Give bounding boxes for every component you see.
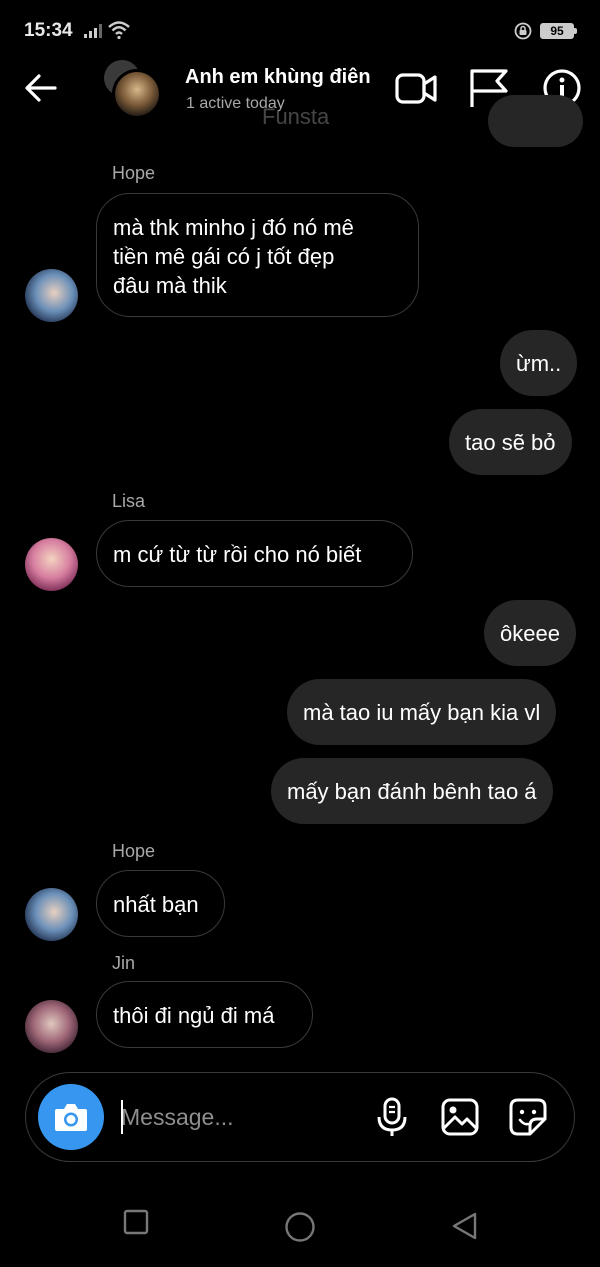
message-bubble-outgoing[interactable]: mấy bạn đánh bênh tao á bbox=[271, 758, 553, 824]
message-list[interactable]: Hope mà thk minho j đó nó mê tiền mê gái… bbox=[0, 95, 600, 1065]
message-text: ừm.. bbox=[516, 351, 562, 376]
nav-back-icon[interactable] bbox=[450, 1211, 478, 1241]
sender-name: Lisa bbox=[112, 491, 146, 511]
message-text: tao sẽ bỏ bbox=[465, 430, 556, 455]
message-bubble-outgoing[interactable]: ừm.. bbox=[500, 330, 578, 396]
message-bubble-outgoing[interactable]: ôkeee bbox=[484, 600, 576, 666]
status-bar: 15:34 95 bbox=[0, 0, 600, 60]
sender-name: Jin bbox=[112, 953, 136, 973]
message-bubble-outgoing[interactable]: mà tao iu mấy bạn kia vl bbox=[287, 679, 557, 745]
wifi-icon bbox=[108, 21, 130, 40]
message-bubble[interactable]: thôi đi ngủ đi má bbox=[96, 981, 313, 1048]
camera-icon bbox=[55, 1104, 87, 1131]
back-arrow-icon[interactable] bbox=[24, 73, 58, 103]
recents-icon[interactable] bbox=[123, 1209, 149, 1235]
sender-name: Hope bbox=[112, 163, 156, 183]
home-icon[interactable] bbox=[284, 1211, 316, 1243]
message-text: nhất bạn bbox=[113, 892, 199, 917]
chat-title[interactable]: Anh em khùng điên bbox=[185, 66, 371, 89]
system-nav-bar bbox=[0, 1185, 600, 1267]
message-bubble-partial bbox=[488, 95, 583, 147]
signal-icon bbox=[84, 24, 102, 38]
message-text: thôi đi ngủ đi má bbox=[113, 1003, 275, 1028]
battery-indicator: 95 bbox=[540, 23, 577, 39]
sticker-icon[interactable] bbox=[508, 1097, 548, 1137]
avatar-hope[interactable] bbox=[25, 269, 78, 322]
message-line: mà thk minho j đó nó mê bbox=[113, 215, 354, 240]
avatar-hope[interactable] bbox=[25, 888, 78, 941]
text-caret bbox=[121, 1100, 123, 1134]
avatar-front bbox=[112, 69, 162, 119]
message-text: mà tao iu mấy bạn kia vl bbox=[303, 700, 541, 725]
sender-name: Hope bbox=[112, 841, 156, 861]
gallery-icon[interactable] bbox=[440, 1097, 480, 1137]
message-line: tiền mê gái có j tốt đẹp bbox=[113, 244, 335, 269]
message-bubble[interactable]: m cứ từ từ rồi cho nó biết bbox=[96, 520, 413, 587]
message-text: ôkeee bbox=[500, 621, 560, 646]
microphone-icon[interactable] bbox=[372, 1097, 412, 1137]
rotation-lock-icon bbox=[514, 22, 532, 40]
camera-button[interactable] bbox=[38, 1084, 104, 1150]
message-text: mấy bạn đánh bênh tao á bbox=[287, 779, 537, 804]
avatar-lisa[interactable] bbox=[25, 538, 78, 591]
message-bubble[interactable]: mà thk minho j đó nó mê tiền mê gái có j… bbox=[96, 193, 419, 317]
status-time: 15:34 bbox=[24, 20, 73, 41]
message-input[interactable] bbox=[121, 1100, 351, 1134]
message-bubble-outgoing[interactable]: tao sẽ bỏ bbox=[449, 409, 572, 475]
avatar-jin[interactable] bbox=[25, 1000, 78, 1053]
video-call-icon[interactable] bbox=[395, 67, 437, 109]
message-composer bbox=[25, 1072, 575, 1162]
message-bubble[interactable]: nhất bạn bbox=[96, 870, 225, 937]
message-line: đâu mà thik bbox=[113, 273, 227, 298]
group-avatar[interactable] bbox=[104, 60, 162, 119]
message-text: m cứ từ từ rồi cho nó biết bbox=[113, 542, 362, 567]
